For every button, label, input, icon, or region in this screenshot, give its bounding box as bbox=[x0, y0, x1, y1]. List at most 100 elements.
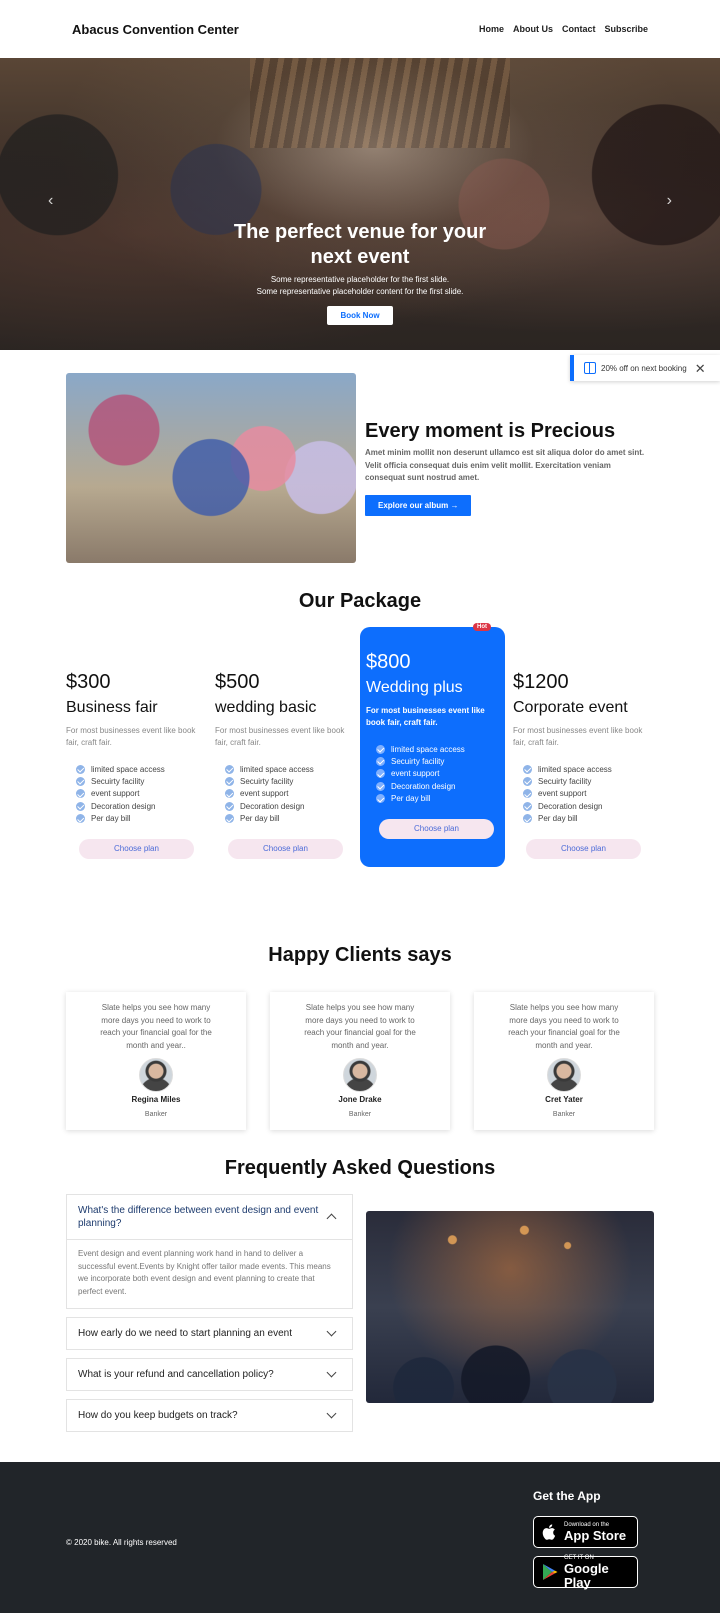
testimonials-section: Slate helps you see how many more days y… bbox=[0, 992, 720, 1130]
app-store-big-text: App Store bbox=[564, 1527, 627, 1543]
avatar bbox=[139, 1058, 173, 1092]
faq-question-toggle[interactable]: What's the difference between event desi… bbox=[67, 1195, 352, 1240]
feature-item: event support bbox=[523, 788, 655, 800]
package-name: Corporate event bbox=[513, 699, 628, 716]
google-play-big-text: Google Play bbox=[564, 1560, 609, 1590]
faq-title: Frequently Asked Questions bbox=[224, 1157, 496, 1179]
choose-plan-button[interactable]: Choose plan bbox=[379, 818, 494, 839]
feature-item: Secuirty facility bbox=[225, 775, 357, 787]
package-card-featured: Hot $800 Wedding plus For most businesse… bbox=[360, 623, 505, 867]
client-name: Regina Miles bbox=[131, 1095, 181, 1104]
chevron-up-icon bbox=[326, 1213, 337, 1224]
hero-carousel: ‹ › The perfect venue for your next even… bbox=[0, 58, 720, 350]
package-card: $500 wedding basic For most businesses e… bbox=[215, 671, 357, 859]
package-features: limited space access Secuirty facility e… bbox=[513, 763, 655, 825]
feature-item: Per day bill bbox=[76, 813, 208, 825]
faq-question: What's the difference between event desi… bbox=[78, 1205, 319, 1229]
feature-item: event support bbox=[76, 788, 208, 800]
feature-item: limited space access bbox=[523, 763, 655, 775]
testimonial-card: Slate helps you see how many more days y… bbox=[474, 992, 654, 1130]
feature-item: Secuirty facility bbox=[376, 755, 499, 767]
nav-link-subscribe[interactable]: Subscribe bbox=[604, 24, 648, 34]
faq-question-toggle[interactable]: How early do we need to start planning a… bbox=[67, 1318, 352, 1349]
faq-item: What is your refund and cancellation pol… bbox=[66, 1358, 353, 1391]
check-icon bbox=[76, 789, 85, 799]
footer: © 2020 bike. All rights reserved Get the… bbox=[0, 1462, 720, 1613]
nav-links: Home About Us Contact Subscribe bbox=[479, 24, 648, 34]
chevron-left-icon[interactable]: ‹ bbox=[48, 192, 53, 210]
explore-album-button[interactable]: Explore our album → bbox=[365, 494, 472, 516]
testimonial-quote: Slate helps you see how many more days y… bbox=[100, 1003, 212, 1050]
nav-link-home[interactable]: Home bbox=[479, 24, 504, 34]
avatar bbox=[343, 1058, 377, 1092]
app-store-button[interactable]: Download on the App Store bbox=[533, 1516, 638, 1548]
promo-text: 20% off on next booking bbox=[601, 363, 687, 373]
check-icon bbox=[376, 757, 385, 767]
chevron-right-icon[interactable]: › bbox=[667, 192, 672, 210]
packages-section: $300 Business fair For most businesses e… bbox=[0, 623, 720, 889]
feature-item: Per day bill bbox=[376, 793, 499, 805]
testimonial-quote: Slate helps you see how many more days y… bbox=[304, 1003, 416, 1050]
get-app-title: Get the App bbox=[533, 1489, 601, 1503]
client-role: Banker bbox=[144, 1111, 168, 1118]
choose-plan-button[interactable]: Choose plan bbox=[79, 838, 194, 859]
faq-question-toggle[interactable]: How do you keep budgets on track? bbox=[67, 1400, 352, 1431]
avatar bbox=[547, 1058, 581, 1092]
package-description: For most businesses event like book fair… bbox=[366, 706, 485, 727]
copyright-text: © 2020 bike. All rights reserved bbox=[66, 1538, 177, 1547]
check-icon bbox=[376, 744, 385, 754]
testimonial-quote: Slate helps you see how many more days y… bbox=[508, 1003, 620, 1050]
package-features: limited space access Secuirty facility e… bbox=[366, 743, 499, 805]
feature-item: Decoration design bbox=[225, 800, 357, 812]
faq-question-toggle[interactable]: What is your refund and cancellation pol… bbox=[67, 1359, 352, 1390]
wedding-photo bbox=[66, 373, 356, 563]
check-icon bbox=[523, 764, 532, 774]
about-title: Every moment is Precious bbox=[365, 420, 616, 443]
client-name: Cret Yater bbox=[545, 1095, 583, 1104]
choose-plan-button[interactable]: Choose plan bbox=[228, 838, 343, 859]
chevron-down-icon bbox=[326, 1408, 337, 1419]
check-icon bbox=[225, 777, 234, 787]
package-features: limited space access Secuirty facility e… bbox=[66, 763, 208, 825]
package-card: $1200 Corporate event For most businesse… bbox=[513, 671, 655, 859]
hero-title: The perfect venue for your next event bbox=[233, 221, 487, 268]
feature-item: Decoration design bbox=[376, 780, 499, 792]
nav-link-contact[interactable]: Contact bbox=[562, 24, 596, 34]
faq-question: How early do we need to start planning a… bbox=[78, 1328, 293, 1339]
close-icon[interactable]: ✕ bbox=[695, 362, 706, 375]
book-now-button[interactable]: Book Now bbox=[327, 306, 393, 325]
feature-item: event support bbox=[376, 768, 499, 780]
package-features: limited space access Secuirty facility e… bbox=[215, 763, 357, 825]
check-icon bbox=[76, 801, 85, 811]
check-icon bbox=[225, 801, 234, 811]
package-price: $1200 bbox=[513, 671, 569, 693]
google-play-button[interactable]: GET IT ON Google Play bbox=[533, 1555, 638, 1590]
package-name: Business fair bbox=[66, 699, 158, 716]
check-icon bbox=[523, 777, 532, 787]
nav-link-about[interactable]: About Us bbox=[513, 24, 553, 34]
testimonial-card: Slate helps you see how many more days y… bbox=[270, 992, 450, 1130]
about-section: Every moment is Precious Amet minim moll… bbox=[0, 350, 720, 563]
check-icon bbox=[376, 794, 385, 804]
hero-subtitle-2: Some representative placeholder content … bbox=[256, 287, 464, 296]
feature-item: Per day bill bbox=[225, 813, 357, 825]
about-description: Amet minim mollit non deserunt ullamco e… bbox=[365, 448, 645, 483]
package-name: Wedding plus bbox=[366, 679, 463, 696]
packages-title: Our Package bbox=[298, 590, 422, 612]
faq-question: What is your refund and cancellation pol… bbox=[78, 1369, 274, 1380]
promo-toast: 20% off on next booking ✕ bbox=[570, 355, 720, 381]
feature-item: Decoration design bbox=[76, 800, 208, 812]
feature-item: limited space access bbox=[76, 763, 208, 775]
faq-item: What's the difference between event desi… bbox=[66, 1194, 353, 1309]
concert-crowd-photo bbox=[366, 1211, 654, 1403]
check-icon bbox=[376, 769, 385, 779]
hero-caption: The perfect venue for your next event So… bbox=[0, 220, 720, 325]
client-name: Jone Drake bbox=[338, 1095, 382, 1104]
client-role: Banker bbox=[552, 1111, 576, 1118]
package-price: $800 bbox=[366, 651, 411, 673]
check-icon bbox=[225, 764, 234, 774]
brand-logo[interactable]: Abacus Convention Center bbox=[72, 22, 239, 37]
check-icon bbox=[376, 781, 385, 791]
hero-subtitle-1: Some representative placeholder for the … bbox=[270, 275, 450, 284]
choose-plan-button[interactable]: Choose plan bbox=[526, 838, 641, 859]
